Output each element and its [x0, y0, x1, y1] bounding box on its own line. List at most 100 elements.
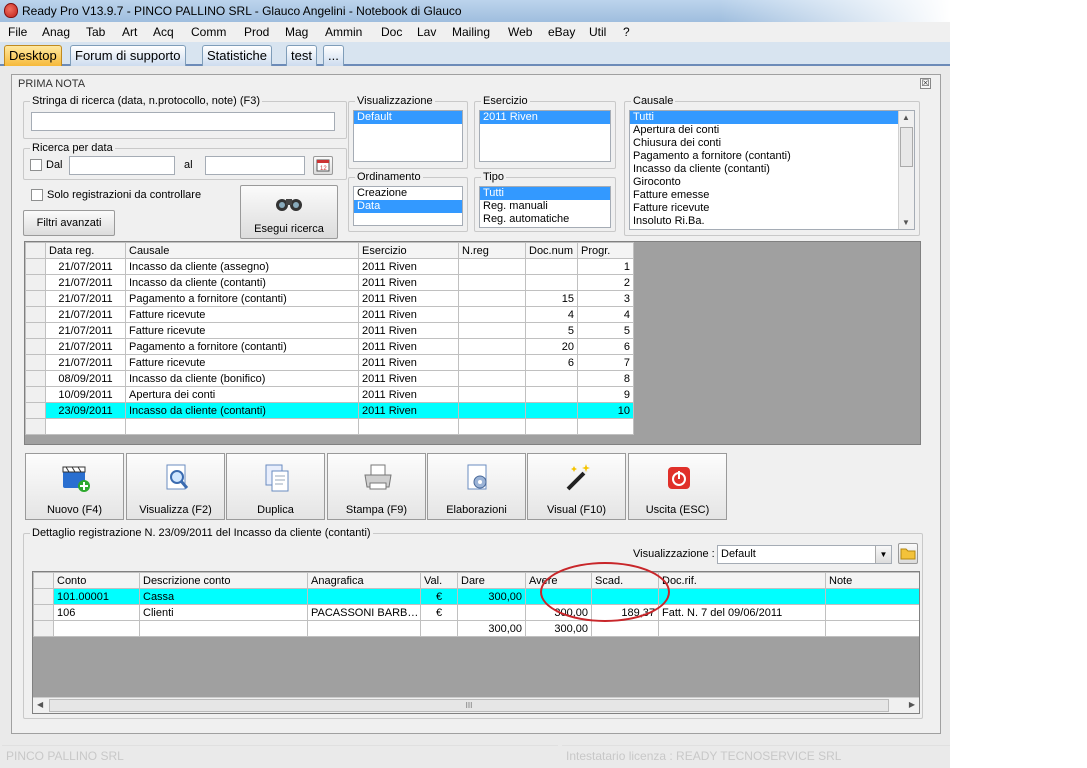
search-input[interactable]: [31, 112, 335, 131]
table-row[interactable]: 21/07/2011 Fatture ricevute 2011 Riven 5 5: [25, 322, 634, 339]
table-row[interactable]: 21/07/2011 Incasso da cliente (contanti) 2…: [25, 274, 634, 291]
menu-util[interactable]: Util: [589, 25, 606, 39]
menu-doc[interactable]: Doc: [381, 25, 402, 39]
scroll-up-icon[interactable]: ▲: [902, 113, 910, 122]
list-item[interactable]: Tutti: [630, 111, 914, 124]
menu-comm[interactable]: Comm: [191, 25, 226, 39]
dal-checkbox[interactable]: [30, 159, 42, 171]
col-docnum[interactable]: Doc.num: [525, 242, 578, 259]
col-conto[interactable]: Conto: [53, 572, 140, 589]
col-esercizio[interactable]: Esercizio: [358, 242, 459, 259]
visual-button[interactable]: Visual (F10): [527, 453, 626, 520]
col-anagrafica[interactable]: Anagrafica: [307, 572, 421, 589]
chevron-down-icon[interactable]: ▼: [875, 546, 891, 563]
col-val[interactable]: Val.: [420, 572, 458, 589]
nuovo-button[interactable]: Nuovo (F4): [25, 453, 124, 520]
list-item[interactable]: Default: [354, 111, 462, 124]
menu-file[interactable]: File: [8, 25, 27, 39]
list-item[interactable]: Chiusura dei conti: [630, 137, 914, 150]
scroll-left-icon[interactable]: ◀: [37, 700, 43, 709]
menu-ebay[interactable]: eBay: [548, 25, 575, 39]
scroll-right-icon[interactable]: ▶: [909, 700, 915, 709]
tab-forum[interactable]: Forum di supporto: [70, 45, 186, 66]
table-row-totals[interactable]: 300,00 300,00: [33, 620, 919, 637]
list-item[interactable]: Fatture ricevute: [630, 202, 914, 215]
menu-web[interactable]: Web: [508, 25, 532, 39]
ordinamento-list[interactable]: Creazione Data: [353, 186, 463, 226]
table-row[interactable]: 21/07/2011 Incasso da cliente (assegno) 20…: [25, 258, 634, 275]
date-to-input[interactable]: [205, 156, 305, 175]
tab-test[interactable]: test: [286, 45, 317, 66]
visualizzazione-list[interactable]: Default: [353, 110, 463, 162]
col-causale[interactable]: Causale: [125, 242, 359, 259]
date-from-input[interactable]: [69, 156, 175, 175]
col-descrizione-conto[interactable]: Descrizione conto: [139, 572, 308, 589]
list-item[interactable]: Insoluto Ri.Ba.: [630, 215, 914, 228]
menu-art[interactable]: Art: [122, 25, 137, 39]
list-item[interactable]: Tutti: [480, 187, 610, 200]
menu-anag[interactable]: Anag: [42, 25, 70, 39]
menu-mag[interactable]: Mag: [285, 25, 308, 39]
table-row[interactable]: 21/07/2011 Fatture ricevute 2011 Riven 6 7: [25, 354, 634, 371]
visualizza-button[interactable]: Visualizza (F2): [126, 453, 225, 520]
col-data-reg[interactable]: Data reg.: [45, 242, 126, 259]
causale-list[interactable]: Tutti Apertura dei conti Chiusura dei co…: [629, 110, 915, 230]
list-item[interactable]: Reg. manuali: [480, 200, 610, 213]
table-row[interactable]: 21/07/2011 Pagamento a fornitore (contant…: [25, 290, 634, 307]
detail-vis-select[interactable]: Default ▼: [717, 545, 892, 564]
close-icon[interactable]: ☒: [920, 78, 931, 89]
menu-bar: File Anag Tab Art Acq Comm Prod Mag Ammi…: [0, 22, 950, 42]
solo-checkbox[interactable]: [31, 189, 43, 201]
menu-ammin[interactable]: Ammin: [325, 25, 362, 39]
col-docrif[interactable]: Doc.rif.: [658, 572, 826, 589]
folder-icon[interactable]: [898, 543, 918, 564]
col-dare[interactable]: Dare: [457, 572, 526, 589]
tab-more[interactable]: ...: [323, 45, 344, 66]
detail-hscrollbar[interactable]: ◀ III ▶: [33, 697, 919, 713]
menu-help[interactable]: ?: [623, 25, 630, 39]
esercizio-list[interactable]: 2011 Riven: [479, 110, 611, 162]
detail-label: Dettaglio registrazione N. 23/09/2011 de…: [30, 527, 373, 539]
calendar-icon[interactable]: 12: [313, 156, 333, 175]
list-item[interactable]: Incasso da cliente (contanti): [630, 163, 914, 176]
table-row[interactable]: 10/09/2011 Apertura dei conti 2011 Riven 9: [25, 386, 634, 403]
table-row[interactable]: 106 Clienti PACASSONI BARB… €300,00 189,37 Fa…: [33, 604, 919, 621]
col-note[interactable]: Note: [825, 572, 919, 589]
list-item[interactable]: Apertura dei conti: [630, 124, 914, 137]
list-item[interactable]: Fatture emesse: [630, 189, 914, 202]
menu-prod[interactable]: Prod: [244, 25, 269, 39]
table-row[interactable]: 21/07/2011 Fatture ricevute 2011 Riven 4 4: [25, 306, 634, 323]
table-row[interactable]: 08/09/2011 Incasso da cliente (bonifico) 2…: [25, 370, 634, 387]
scroll-thumb[interactable]: III: [49, 699, 889, 712]
list-item[interactable]: 2011 Riven: [480, 111, 610, 124]
table-row-selected[interactable]: 23/09/2011 Incasso da cliente (contanti) 2…: [25, 402, 634, 419]
col-progr[interactable]: Progr.: [577, 242, 634, 259]
list-item[interactable]: Reg. automatiche: [480, 213, 610, 226]
causale-scrollbar[interactable]: ▲ ▼: [898, 111, 914, 229]
tab-desktop[interactable]: Desktop: [4, 45, 62, 66]
table-row-selected[interactable]: 101.00001 Cassa €300,00: [33, 588, 919, 605]
menu-mailing[interactable]: Mailing: [452, 25, 490, 39]
menu-tab[interactable]: Tab: [86, 25, 105, 39]
duplica-button[interactable]: Duplica: [226, 453, 325, 520]
uscita-button[interactable]: Uscita (ESC): [628, 453, 727, 520]
esegui-ricerca-button[interactable]: Esegui ricerca: [240, 185, 338, 239]
row-indicator-header: [25, 242, 46, 259]
list-item[interactable]: Giroconto: [630, 176, 914, 189]
col-nreg[interactable]: N.reg: [458, 242, 526, 259]
tab-statistiche[interactable]: Statistiche: [202, 45, 272, 66]
tipo-list[interactable]: Tutti Reg. manuali Reg. automatiche: [479, 186, 611, 228]
stampa-button[interactable]: Stampa (F9): [327, 453, 426, 520]
view-document-icon: [166, 464, 189, 490]
table-row[interactable]: 21/07/2011 Pagamento a fornitore (contant…: [25, 338, 634, 355]
list-item[interactable]: Data: [354, 200, 462, 213]
list-item[interactable]: Pagamento a fornitore (contanti): [630, 150, 914, 163]
scroll-down-icon[interactable]: ▼: [902, 218, 910, 227]
table-row-empty[interactable]: [25, 418, 634, 435]
filtri-avanzati-button[interactable]: Filtri avanzati: [23, 210, 115, 236]
elaborazioni-button[interactable]: Elaborazioni: [427, 453, 526, 520]
scroll-thumb[interactable]: [900, 127, 913, 167]
list-item[interactable]: Creazione: [354, 187, 462, 200]
menu-acq[interactable]: Acq: [153, 25, 174, 39]
menu-lav[interactable]: Lav: [417, 25, 436, 39]
